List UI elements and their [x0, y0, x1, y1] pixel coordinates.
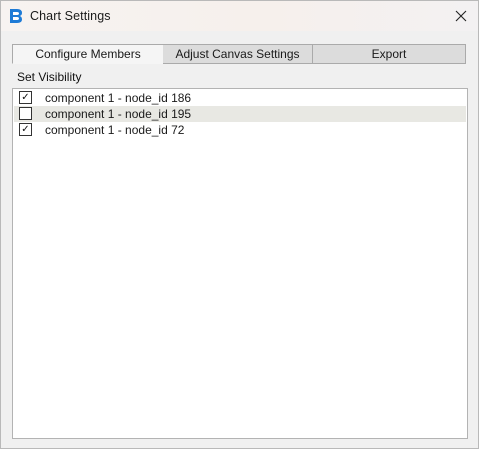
tab-bar: Configure Members Adjust Canvas Settings…	[12, 44, 467, 64]
app-logo-icon	[10, 9, 22, 23]
member-label: component 1 - node_id 195	[45, 107, 192, 121]
tab-configure-members[interactable]: Configure Members	[12, 44, 164, 64]
list-item-node-186[interactable]: ✓ component 1 - node_id 186	[14, 90, 466, 106]
visibility-checkbox[interactable]: ✓	[19, 123, 32, 136]
visibility-checkbox[interactable]: ✓	[19, 91, 32, 104]
set-visibility-label: Set Visibility	[17, 70, 82, 84]
tab-export[interactable]: Export	[313, 44, 466, 64]
list-item-node-72[interactable]: ✓ component 1 - node_id 72	[14, 122, 466, 138]
member-label: component 1 - node_id 72	[45, 123, 185, 137]
close-button[interactable]	[444, 1, 478, 31]
list-item-node-195[interactable]: component 1 - node_id 195	[14, 106, 466, 122]
title-bar: Chart Settings	[1, 1, 478, 31]
chart-settings-window: Chart Settings Configure Members Adjust …	[0, 0, 479, 449]
visibility-checkbox[interactable]	[19, 107, 32, 120]
window-title: Chart Settings	[30, 9, 111, 23]
close-icon	[455, 10, 467, 22]
tab-adjust-canvas-settings[interactable]: Adjust Canvas Settings	[163, 44, 313, 64]
member-label: component 1 - node_id 186	[45, 91, 192, 105]
member-visibility-list: ✓ component 1 - node_id 186 component 1 …	[12, 88, 468, 439]
